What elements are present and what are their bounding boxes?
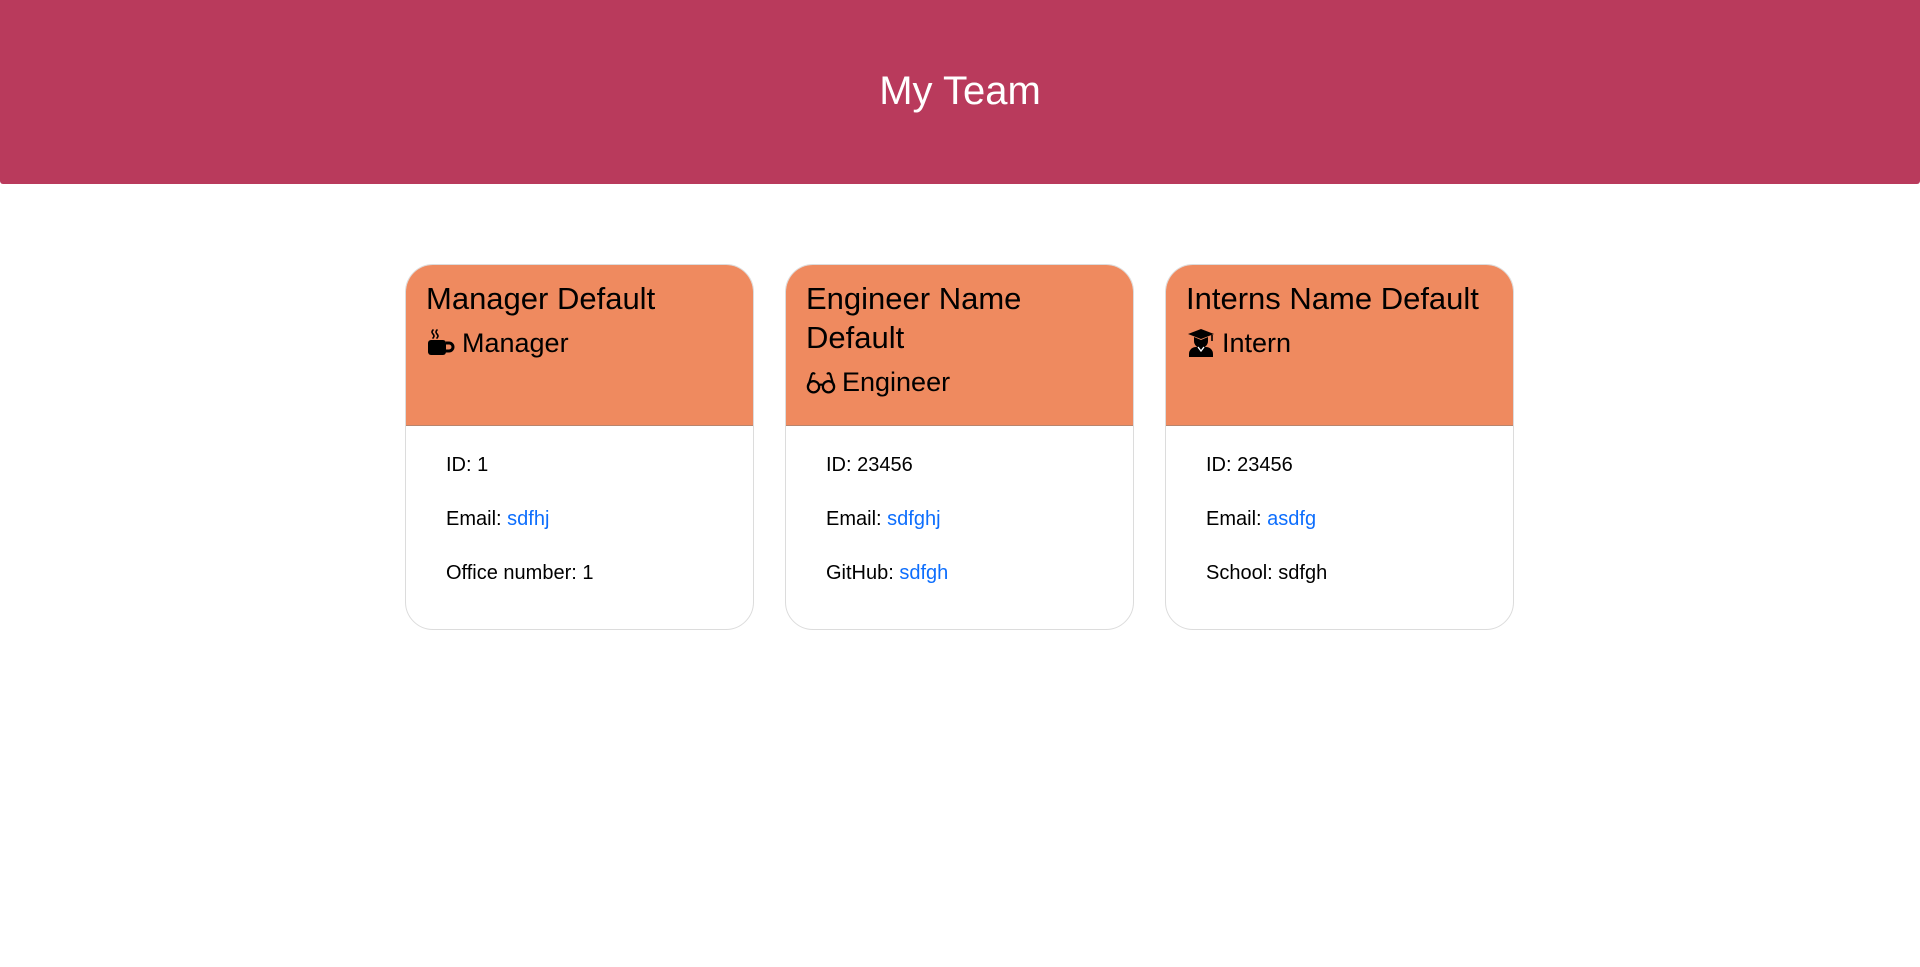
graduate-icon	[1186, 328, 1216, 358]
card-body: ID: 23456 Email: sdfghj GitHub: sdfgh	[786, 426, 1133, 612]
employee-role: Engineer	[806, 365, 1113, 399]
page-title: My Team	[879, 68, 1041, 113]
id-line: ID: 1	[446, 454, 489, 476]
role-label: Intern	[1222, 328, 1292, 358]
role-label: Manager	[462, 328, 569, 358]
email-link[interactable]: sdfghj	[887, 508, 940, 530]
employee-role: Intern	[1186, 326, 1493, 360]
office-number-value: 1	[582, 562, 594, 584]
github-line: GitHub: sdfgh	[826, 562, 949, 584]
employee-name: Engineer Name Default	[806, 281, 1022, 355]
mug-icon	[426, 328, 456, 358]
page-banner: My Team	[0, 0, 1920, 184]
role-label: Engineer	[842, 367, 951, 397]
email-line: Email: sdfhj	[446, 508, 550, 530]
id-value: 23456	[857, 454, 913, 476]
employee-name: Manager Default	[426, 281, 656, 316]
email-line: Email: asdfg	[1206, 508, 1317, 530]
school-line: School: sdfgh	[1206, 562, 1328, 584]
card-header: Engineer Name Default Engineer	[786, 265, 1133, 426]
github-link[interactable]: sdfgh	[899, 562, 948, 584]
id-value: 1	[477, 454, 489, 476]
card-header: Interns Name Default Intern	[1166, 265, 1513, 426]
card-header: Manager Default Manager	[406, 265, 753, 426]
glasses-icon	[806, 367, 836, 397]
card-body: ID: 1 Email: sdfhj Office number: 1	[406, 426, 753, 612]
email-link[interactable]: sdfhj	[507, 508, 549, 530]
email-line: Email: sdfghj	[826, 508, 941, 530]
manager-card: Manager Default Manager ID: 1 Email: sdf…	[405, 264, 754, 630]
id-line: ID: 23456	[826, 454, 913, 476]
employee-role: Manager	[426, 326, 733, 360]
team-cards: Manager Default Manager ID: 1 Email: sdf…	[405, 264, 1514, 630]
email-link[interactable]: asdfg	[1267, 508, 1316, 530]
intern-card: Interns Name Default Intern ID: 23456 Em…	[1165, 264, 1514, 630]
id-value: 23456	[1237, 454, 1293, 476]
employee-name: Interns Name Default	[1186, 281, 1479, 316]
school-value: sdfgh	[1278, 562, 1328, 584]
card-body: ID: 23456 Email: asdfg School: sdfgh	[1166, 426, 1513, 612]
id-line: ID: 23456	[1206, 454, 1293, 476]
engineer-card: Engineer Name Default Engineer ID: 23456…	[785, 264, 1134, 630]
office-number-line: Office number: 1	[446, 562, 594, 584]
